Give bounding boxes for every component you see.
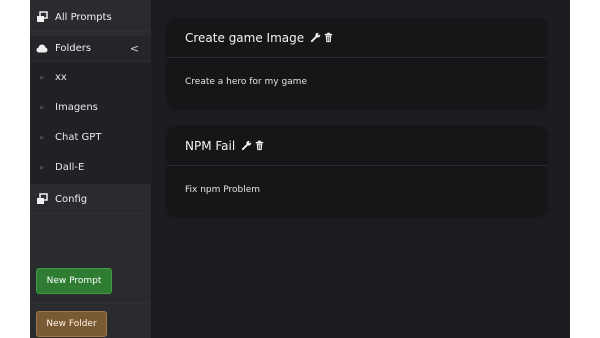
chevron-right-icon: »: [39, 72, 44, 82]
folder-item-label: Imagens: [55, 101, 98, 113]
sidebar-item-label: Folders: [55, 42, 92, 54]
folder-item[interactable]: » xx: [30, 66, 151, 88]
folder-item-label: Dall-E: [55, 161, 85, 173]
chevron-right-icon: »: [39, 132, 44, 142]
folder-item[interactable]: » Imagens: [30, 96, 151, 118]
new-folder-button[interactable]: New Folder: [36, 311, 107, 337]
sidebar-item-label: Config: [55, 193, 88, 205]
divider: [30, 31, 151, 32]
app-window: All Prompts Folders < » xx » Imagens » C…: [30, 0, 570, 338]
prompt-title: NPM Fail: [185, 138, 236, 153]
chevron-left-icon[interactable]: <: [130, 42, 139, 55]
sidebar-item-config[interactable]: Config: [30, 188, 151, 210]
chevron-right-icon: »: [39, 102, 44, 112]
prompt-card[interactable]: Create game Image Create a hero for my g…: [167, 18, 547, 108]
new-prompt-button[interactable]: New Prompt: [36, 268, 112, 294]
chevron-right-icon: »: [39, 162, 44, 172]
trash-icon[interactable]: [254, 140, 265, 151]
wrench-icon[interactable]: [241, 140, 252, 151]
cloud-icon: [36, 42, 48, 54]
prompt-list: Create game Image Create a hero for my g…: [151, 0, 570, 338]
divider: [30, 303, 151, 304]
prompt-card-header: Create game Image: [167, 18, 547, 58]
copy-icon: [36, 193, 48, 205]
trash-icon[interactable]: [323, 32, 334, 43]
folder-list: » xx » Imagens » Chat GPT » Dall-E: [30, 62, 151, 184]
prompt-title: Create game Image: [185, 30, 305, 45]
sidebar-item-all-prompts[interactable]: All Prompts: [30, 6, 151, 28]
prompt-card[interactable]: NPM Fail Fix npm Problem: [167, 126, 547, 216]
divider: [30, 213, 151, 214]
prompt-description: Fix npm Problem: [185, 185, 261, 195]
sidebar-item-label: All Prompts: [55, 11, 112, 23]
folder-item[interactable]: » Chat GPT: [30, 126, 151, 148]
prompt-card-header: NPM Fail: [167, 126, 547, 166]
prompt-description: Create a hero for my game: [185, 77, 307, 87]
sidebar: All Prompts Folders < » xx » Imagens » C…: [30, 0, 151, 338]
wrench-icon[interactable]: [310, 32, 321, 43]
sidebar-item-folders[interactable]: Folders <: [30, 36, 151, 60]
folder-item-label: Chat GPT: [55, 131, 102, 143]
copy-icon: [36, 11, 48, 23]
folder-item-label: xx: [55, 71, 67, 83]
folder-item[interactable]: » Dall-E: [30, 156, 151, 178]
